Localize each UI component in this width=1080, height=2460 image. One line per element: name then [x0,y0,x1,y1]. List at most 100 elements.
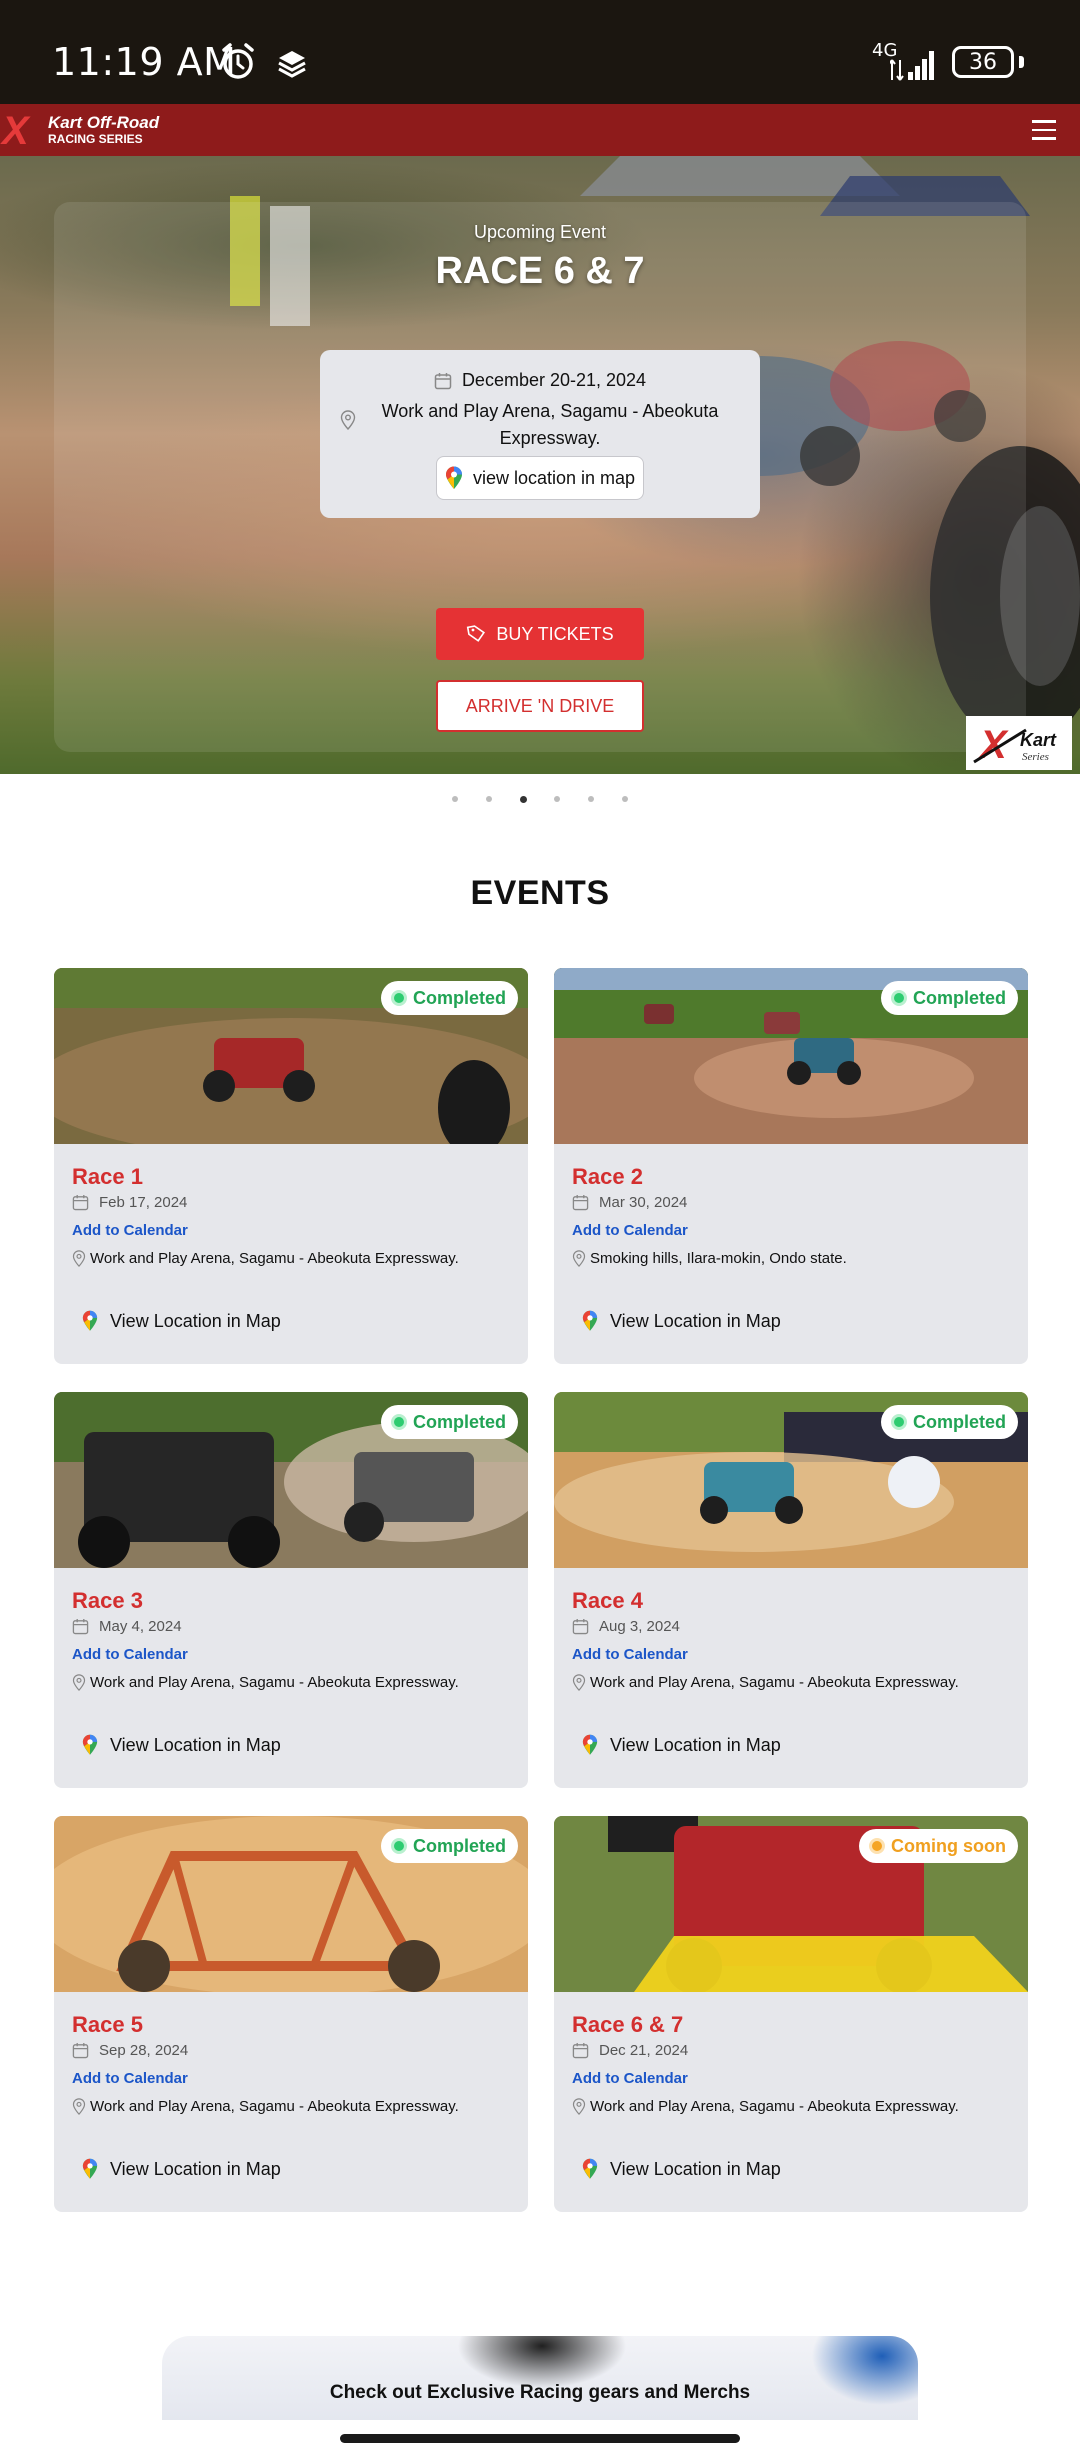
google-maps-icon [445,466,462,489]
add-to-calendar-link[interactable]: Add to Calendar [572,1222,688,1239]
location-pin-icon [572,1674,586,1691]
status-dot-icon [390,1838,407,1854]
event-card[interactable]: Completed Race 1 Feb 17, 2024 Add to Cal… [54,968,528,1364]
google-maps-icon [82,2158,98,2179]
hamburger-menu-icon[interactable] [1032,116,1060,142]
google-maps-icon [582,1734,598,1755]
google-maps-icon [582,1310,598,1331]
add-to-calendar-link[interactable]: Add to Calendar [72,1646,188,1663]
series-logo-mark: X Kart Series [973,723,1057,767]
status-time: 11:19 AM [52,40,237,84]
event-location-row: Work and Play Arena, Sagamu - Abeokuta E… [72,2098,459,2115]
event-location: Work and Play Arena, Sagamu - Abeokuta E… [90,2098,459,2115]
status-dot-icon [890,990,907,1006]
add-to-calendar-link[interactable]: Add to Calendar [72,1222,188,1239]
top-nav-bar [0,104,1080,156]
google-maps-icon [82,1734,98,1755]
event-location-row: Work and Play Arena, Sagamu - Abeokuta E… [572,1674,959,1691]
calendar-icon [72,1194,89,1211]
battery-icon: 36 [952,46,1024,78]
event-location-row: Smoking hills, Ilara-mokin, Ondo state. [572,1250,847,1267]
event-card[interactable]: Completed Race 2 Mar 30, 2024 Add to Cal… [554,968,1028,1364]
arrive-n-drive-button[interactable]: ARRIVE 'N DRIVE [436,680,644,732]
calendar-icon [572,1618,589,1635]
event-date: May 4, 2024 [99,1618,182,1635]
hero-title: RACE 6 & 7 [435,250,645,292]
calendar-icon [72,1618,89,1635]
carousel-dot-active[interactable] [519,795,527,803]
carousel-dot[interactable] [621,796,628,802]
event-date: Feb 17, 2024 [99,1194,188,1211]
event-title: Race 5 [72,2012,143,2037]
status-label: Coming soon [891,1835,1006,1856]
calendar-icon [572,2042,589,2059]
home-indicator[interactable] [340,2434,740,2443]
view-location-map-link[interactable]: View Location in Map [82,2158,281,2180]
status-label: Completed [412,987,506,1008]
google-maps-icon [82,1310,98,1331]
calendar-icon [572,1194,589,1211]
location-pin-icon [572,1250,586,1267]
status-label: Completed [912,1411,1006,1432]
event-title: Race 3 [72,1588,143,1613]
carousel-dot[interactable] [554,796,561,802]
logo-title: Kart Off-Road [48,113,160,132]
add-to-calendar-link[interactable]: Add to Calendar [572,1646,688,1663]
view-location-map-button[interactable]: view location in map [436,456,644,500]
merch-banner[interactable]: Check out Exclusive Racing gears and Mer… [162,2336,918,2420]
event-location: Work and Play Arena, Sagamu - Abeokuta E… [90,1250,459,1267]
event-location-row: Work and Play Arena, Sagamu - Abeokuta E… [72,1250,459,1267]
event-card[interactable]: Coming soon Race 6 & 7 Dec 21, 2024 Add … [554,1816,1028,2212]
buy-tickets-button[interactable]: BUY TICKETS [436,608,644,660]
battery-nub [1019,56,1024,68]
events-section-title: EVENTS [470,874,610,912]
carousel-dot[interactable] [485,796,492,802]
event-date-row: May 4, 2024 [72,1618,182,1635]
location-pin-icon [572,2098,586,2115]
status-dot-icon [390,990,407,1006]
event-card[interactable]: Completed Race 5 Sep 28, 2024 Add to Cal… [54,1816,528,2212]
status-dot-icon [890,1414,907,1430]
view-location-map-link[interactable]: View Location in Map [582,1734,781,1756]
carousel-dot[interactable] [452,796,458,802]
event-date-row: Dec 21, 2024 [572,2042,688,2059]
status-badge: Completed [880,981,1018,1015]
view-location-map-link[interactable]: View Location in Map [82,1310,281,1332]
signal-icon [890,51,934,81]
event-date: Mar 30, 2024 [599,1194,688,1211]
brand-logo[interactable]: X Kart Off-Road RACING SERIES [2,110,162,152]
status-label: Completed [912,987,1006,1008]
event-title: Race 2 [572,1164,643,1189]
view-location-map-label: view location in map [472,467,636,488]
status-badge: Completed [380,981,518,1015]
status-badge: Completed [380,1829,518,1863]
view-location-map-link[interactable]: View Location in Map [582,1310,781,1332]
view-location-map-label: View Location in Map [610,1310,781,1331]
hero-carousel[interactable]: Upcoming Event RACE 6 & 7 December 20-21… [0,156,1080,774]
location-pin-icon [72,1250,86,1267]
add-to-calendar-link[interactable]: Add to Calendar [572,2070,688,2087]
location-pin-icon [72,2098,86,2115]
event-date-row: Aug 3, 2024 [572,1618,680,1635]
event-date: Aug 3, 2024 [599,1618,680,1635]
view-location-map-label: View Location in Map [110,1310,281,1331]
status-label: Completed [412,1411,506,1432]
view-location-map-link[interactable]: View Location in Map [582,2158,781,2180]
google-maps-icon [582,2158,598,2179]
event-card[interactable]: Completed Race 4 Aug 3, 2024 Add to Cale… [554,1392,1028,1788]
location-pin-icon [340,410,356,430]
carousel-dot[interactable] [588,796,595,802]
event-location-row: Work and Play Arena, Sagamu - Abeokuta E… [72,1674,459,1691]
logo-x-mark: X [2,109,29,153]
status-dot-icon [390,1414,407,1430]
page: 11:19 AM 4G 36 X Kart Off-Road RACING SE… [0,0,1080,2460]
event-card[interactable]: Completed Race 3 May 4, 2024 Add to Cale… [54,1392,528,1788]
view-location-map-label: View Location in Map [110,1734,281,1755]
battery-level: 36 [952,46,1014,78]
add-to-calendar-link[interactable]: Add to Calendar [72,2070,188,2087]
event-date: Sep 28, 2024 [99,2042,189,2059]
event-date-row: Feb 17, 2024 [72,1194,187,1211]
logo-subtitle: RACING SERIES [48,132,143,146]
view-location-map-link[interactable]: View Location in Map [82,1734,281,1756]
event-location-row: Work and Play Arena, Sagamu - Abeokuta E… [572,2098,959,2115]
